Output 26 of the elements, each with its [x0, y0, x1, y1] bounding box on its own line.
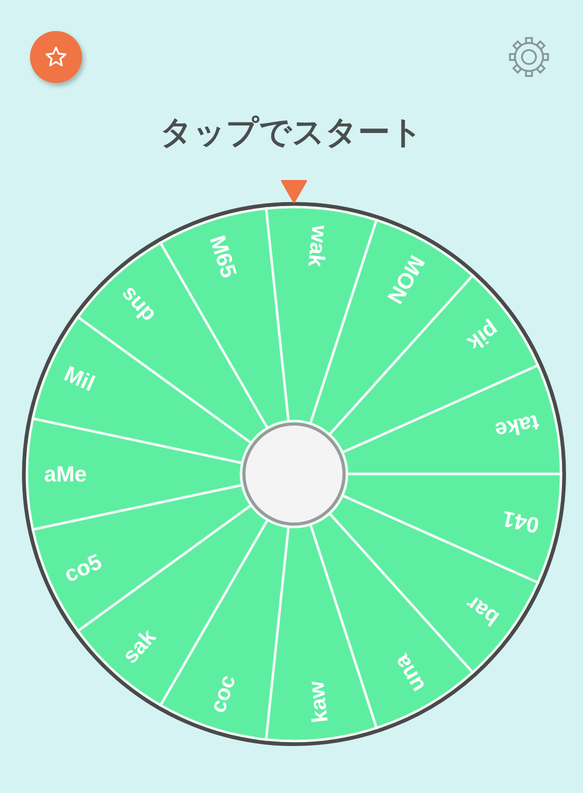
star-icon: [44, 45, 68, 69]
segment-label: 041: [500, 506, 542, 538]
segment-label: M65: [204, 232, 242, 281]
segment-label: coc: [204, 672, 240, 716]
wheel-segment[interactable]: [341, 364, 562, 476]
favorites-button[interactable]: [30, 31, 82, 83]
segment-label: take: [492, 410, 542, 444]
segment-label: kaw: [303, 680, 333, 724]
segment-label: co5: [60, 548, 106, 588]
wheel-segment[interactable]: [264, 523, 378, 742]
wheel-segment[interactable]: [159, 518, 290, 741]
wheel-segment[interactable]: [159, 207, 290, 430]
segment-label: Mil: [60, 360, 99, 396]
segment-label: sup: [117, 280, 162, 326]
segment-label: wak: [303, 224, 333, 268]
pointer-marker: [281, 180, 307, 203]
segment-label: sak: [117, 624, 161, 668]
wheel-segment[interactable]: [26, 417, 244, 531]
segment-label: aMe: [44, 462, 87, 486]
wheel-segment[interactable]: [341, 472, 562, 584]
segment-label: bar: [461, 590, 504, 632]
wheel-hub[interactable]: [242, 422, 346, 526]
start-prompt: タップでスタート: [160, 113, 423, 152]
settings-icon: [507, 35, 551, 79]
segment-label: pik: [463, 316, 504, 356]
wheel-segment[interactable]: [264, 206, 378, 425]
